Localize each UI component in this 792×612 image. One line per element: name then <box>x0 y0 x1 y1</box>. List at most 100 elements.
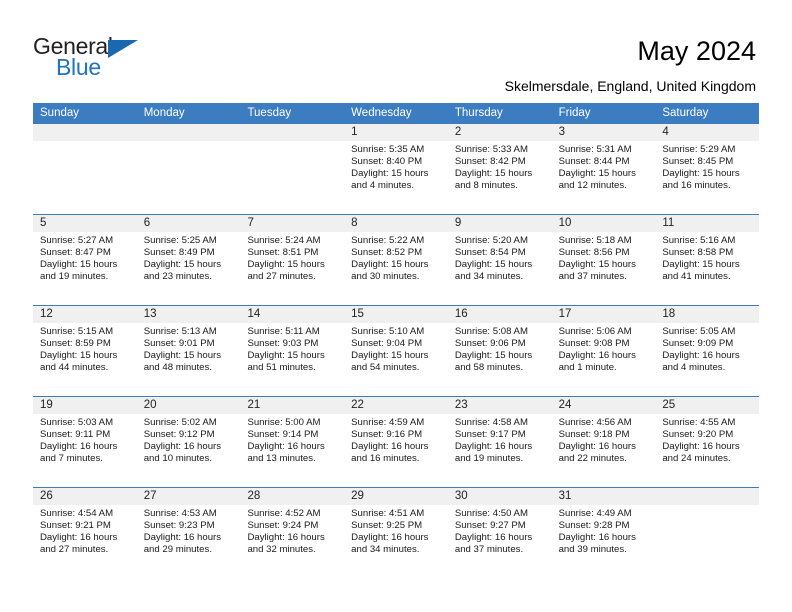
weekday-header-thursday: Thursday <box>454 107 503 119</box>
calendar-day-cell[interactable]: 2 Sunrise: 5:33 AM Sunset: 8:42 PM Daylight… <box>447 124 552 214</box>
sunset-text: Sunset: 9:25 PM <box>351 520 423 532</box>
daylight-text-line2: and 1 minute. <box>558 362 617 374</box>
sunset-text: Sunset: 9:27 PM <box>454 520 526 532</box>
daylight-text-line1: Daylight: 15 hours <box>351 350 429 362</box>
calendar-day-cell[interactable]: 26 Sunrise: 4:54 AM Sunset: 9:21 PM Dayligh… <box>33 488 137 578</box>
sunset-text: Sunset: 9:12 PM <box>143 429 215 441</box>
sunrise-text: Sunrise: 5:11 AM <box>247 326 320 337</box>
sunset-text: Sunset: 8:49 PM <box>143 247 215 259</box>
day-number: 28 <box>240 488 345 505</box>
sunrise-text: Sunrise: 4:50 AM <box>454 508 528 519</box>
page-title: May 2024 <box>637 36 756 66</box>
weekday-header-friday: Friday <box>558 107 591 119</box>
sunset-text: Sunset: 8:56 PM <box>558 247 630 259</box>
calendar-day-cell[interactable]: 29 Sunrise: 4:51 AM Sunset: 9:25 PM Dayligh… <box>344 488 448 578</box>
day-details: Sunrise: 5:25 AM Sunset: 8:49 PM Daylight:… <box>137 232 241 283</box>
sunrise-text: Sunrise: 5:10 AM <box>351 326 425 337</box>
day-number: 5 <box>33 215 137 232</box>
calendar-day-cell[interactable]: 18 Sunrise: 5:05 AM Sunset: 9:09 PM Dayligh… <box>655 306 760 396</box>
day-details: Sunrise: 5:05 AM Sunset: 9:09 PM Daylight:… <box>655 323 759 374</box>
day-details: Sunrise: 5:10 AM Sunset: 9:04 PM Daylight:… <box>344 323 448 374</box>
day-number: 19 <box>33 397 137 414</box>
calendar-day-cell[interactable]: 20 Sunrise: 5:02 AM Sunset: 9:12 PM Dayligh… <box>136 397 241 487</box>
day-details: Sunrise: 4:49 AM Sunset: 9:28 PM Daylight:… <box>552 505 656 556</box>
calendar-day-cell[interactable]: 9 Sunrise: 5:20 AM Sunset: 8:54 PM Daylight… <box>447 215 552 305</box>
daylight-text-line1: Daylight: 15 hours <box>351 259 429 271</box>
logo[interactable]: General Blue <box>33 33 163 83</box>
calendar-day-cell[interactable]: 22 Sunrise: 4:59 AM Sunset: 9:16 PM Dayligh… <box>344 397 448 487</box>
day-details: Sunrise: 5:11 AM Sunset: 9:03 PM Daylight:… <box>240 323 344 374</box>
daylight-text-line1: Daylight: 15 hours <box>454 350 533 362</box>
calendar-day-cell[interactable]: 6 Sunrise: 5:25 AM Sunset: 8:49 PM Daylight… <box>136 215 241 305</box>
calendar-day-cell[interactable]: 16 Sunrise: 5:08 AM Sunset: 9:06 PM Dayligh… <box>447 306 552 396</box>
calendar-day-cell[interactable]: 31 Sunrise: 4:49 AM Sunset: 9:28 PM Dayligh… <box>551 488 656 578</box>
calendar-day-cell[interactable]: 25 Sunrise: 4:55 AM Sunset: 9:20 PM Dayligh… <box>655 397 760 487</box>
calendar-day-cell[interactable]: 11 Sunrise: 5:16 AM Sunset: 8:58 PM Dayligh… <box>655 215 760 305</box>
calendar-day-cell[interactable]: 13 Sunrise: 5:13 AM Sunset: 9:01 PM Dayligh… <box>136 306 241 396</box>
calendar-day-cell[interactable]: 19 Sunrise: 5:03 AM Sunset: 9:11 PM Dayligh… <box>33 397 137 487</box>
daylight-text-line1: Daylight: 15 hours <box>40 259 118 271</box>
calendar-day-cell[interactable]: 15 Sunrise: 5:10 AM Sunset: 9:04 PM Dayligh… <box>344 306 448 396</box>
sunset-text: Sunset: 9:20 PM <box>662 429 734 441</box>
sunset-text: Sunset: 8:40 PM <box>351 156 423 168</box>
daylight-text-line1: Daylight: 15 hours <box>662 168 740 180</box>
daylight-text-line2: and 19 minutes. <box>40 271 109 283</box>
calendar-day-cell[interactable]: 23 Sunrise: 4:58 AM Sunset: 9:17 PM Dayligh… <box>447 397 552 487</box>
calendar-day-cell[interactable]: 21 Sunrise: 5:00 AM Sunset: 9:14 PM Dayligh… <box>240 397 345 487</box>
sunrise-text: Sunrise: 5:27 AM <box>40 235 114 246</box>
day-details: Sunrise: 4:56 AM Sunset: 9:18 PM Daylight:… <box>552 414 656 465</box>
calendar-day-cell[interactable]: 5 Sunrise: 5:27 AM Sunset: 8:47 PM Daylight… <box>33 215 137 305</box>
sunrise-text: Sunrise: 5:16 AM <box>662 235 736 246</box>
day-details: Sunrise: 5:29 AM Sunset: 8:45 PM Daylight:… <box>655 141 759 192</box>
day-number: 22 <box>344 397 448 414</box>
sunrise-text: Sunrise: 4:51 AM <box>351 508 425 519</box>
calendar-day-cell[interactable]: 17 Sunrise: 5:06 AM Sunset: 9:08 PM Dayligh… <box>551 306 656 396</box>
day-number: 27 <box>136 488 241 505</box>
day-details: Sunrise: 5:13 AM Sunset: 9:01 PM Daylight:… <box>137 323 241 374</box>
calendar-day-cell[interactable]: 8 Sunrise: 5:22 AM Sunset: 8:52 PM Daylight… <box>344 215 448 305</box>
sunrise-text: Sunrise: 5:06 AM <box>558 326 632 337</box>
day-number: 10 <box>551 215 656 232</box>
calendar-day-cell[interactable]: 12 Sunrise: 5:15 AM Sunset: 8:59 PM Dayligh… <box>33 306 137 396</box>
calendar-day-cell[interactable]: 28 Sunrise: 4:52 AM Sunset: 9:24 PM Dayligh… <box>240 488 345 578</box>
calendar-day-cell[interactable]: 7 Sunrise: 5:24 AM Sunset: 8:51 PM Daylight… <box>240 215 345 305</box>
calendar-day-cell[interactable]: 10 Sunrise: 5:18 AM Sunset: 8:56 PM Dayligh… <box>551 215 656 305</box>
sunset-text: Sunset: 9:28 PM <box>558 520 630 532</box>
sunrise-text: Sunrise: 5:33 AM <box>454 144 528 155</box>
calendar-day-cell[interactable]: 27 Sunrise: 4:53 AM Sunset: 9:23 PM Dayligh… <box>136 488 241 578</box>
sunrise-text: Sunrise: 5:22 AM <box>351 235 425 246</box>
calendar-day-cell-empty <box>33 124 137 214</box>
calendar-day-cell[interactable]: 3 Sunrise: 5:31 AM Sunset: 8:44 PM Daylight… <box>551 124 656 214</box>
daylight-text-line1: Daylight: 16 hours <box>143 532 222 544</box>
daylight-text-line2: and 48 minutes. <box>143 362 212 374</box>
day-details: Sunrise: 4:51 AM Sunset: 9:25 PM Daylight:… <box>344 505 448 556</box>
day-number: 18 <box>655 306 760 323</box>
daylight-text-line2: and 58 minutes. <box>454 362 524 374</box>
sunset-text: Sunset: 8:52 PM <box>351 247 423 259</box>
day-details: Sunrise: 5:08 AM Sunset: 9:06 PM Daylight:… <box>448 323 552 374</box>
day-number: 29 <box>344 488 448 505</box>
calendar-day-cell[interactable]: 4 Sunrise: 5:29 AM Sunset: 8:45 PM Daylight… <box>655 124 760 214</box>
calendar-day-cell[interactable]: 14 Sunrise: 5:11 AM Sunset: 9:03 PM Dayligh… <box>240 306 345 396</box>
daylight-text-line2: and 29 minutes. <box>143 544 212 556</box>
daylight-text-line1: Daylight: 15 hours <box>662 259 740 271</box>
calendar-day-cell[interactable]: 1 Sunrise: 5:35 AM Sunset: 8:40 PM Daylight… <box>344 124 448 214</box>
day-number: 25 <box>655 397 760 414</box>
daylight-text-line1: Daylight: 16 hours <box>247 532 325 544</box>
sunrise-text: Sunrise: 4:55 AM <box>662 417 736 428</box>
daylight-text-line2: and 23 minutes. <box>143 271 212 283</box>
weekday-header-tuesday: Tuesday <box>247 107 292 119</box>
calendar-day-cell[interactable]: 24 Sunrise: 4:56 AM Sunset: 9:18 PM Dayligh… <box>551 397 656 487</box>
daylight-text-line2: and 44 minutes. <box>40 362 109 374</box>
calendar-day-cell[interactable]: 30 Sunrise: 4:50 AM Sunset: 9:27 PM Dayligh… <box>447 488 552 578</box>
day-details: Sunrise: 5:22 AM Sunset: 8:52 PM Daylight:… <box>344 232 448 283</box>
sunrise-text: Sunrise: 5:03 AM <box>40 417 114 428</box>
daylight-text-line2: and 34 minutes. <box>454 271 524 283</box>
sunset-text: Sunset: 9:11 PM <box>40 429 111 441</box>
sunset-text: Sunset: 9:08 PM <box>558 338 630 350</box>
day-details: Sunrise: 4:50 AM Sunset: 9:27 PM Daylight:… <box>448 505 552 556</box>
sunrise-text: Sunrise: 4:54 AM <box>40 508 114 519</box>
daylight-text-line1: Daylight: 15 hours <box>351 168 429 180</box>
calendar-day-cell-empty <box>655 488 760 578</box>
daylight-text-line2: and 16 minutes. <box>351 453 420 465</box>
